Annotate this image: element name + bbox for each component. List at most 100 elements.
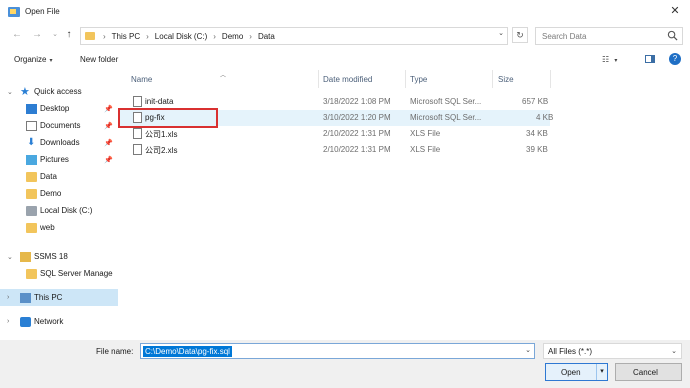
file-row[interactable]: 公司1.xls 2/10/2022 1:31 PM XLS File 34 KB — [120, 126, 550, 142]
chevron-right-icon: › — [7, 294, 10, 301]
command-bar: Organize ▾ New folder ☷ ▾ — [0, 51, 690, 69]
nav-item-web[interactable]: web — [0, 219, 118, 236]
pin-icon: 📌 — [104, 139, 113, 147]
forward-arrow-icon[interactable]: → — [30, 28, 44, 42]
file-size: 657 KB — [522, 97, 549, 106]
up-arrow-icon[interactable]: ↑ — [62, 28, 76, 42]
cancel-button[interactable]: Cancel — [615, 363, 682, 381]
file-size: 39 KB — [526, 145, 548, 154]
nav-item-network[interactable]: › Network — [0, 313, 118, 330]
sort-ascending-icon: ︿ — [220, 73, 227, 79]
folder-icon — [26, 171, 37, 182]
file-type: Microsoft SQL Ser... — [410, 113, 482, 122]
title-bar: Open File ✕ — [0, 0, 690, 24]
nav-item-label: This PC — [34, 293, 63, 302]
breadcrumb-data[interactable]: Data — [258, 32, 275, 41]
file-size: 4 KB — [536, 113, 554, 122]
organize-button[interactable]: Organize ▾ — [14, 55, 52, 64]
file-type-select[interactable]: All Files (*.*) ⌄ — [543, 343, 682, 359]
column-header-size[interactable]: Size — [498, 75, 514, 84]
folder-icon — [26, 222, 37, 233]
search-icon — [667, 30, 678, 41]
view-icon: ☷ — [602, 55, 610, 64]
navigation-pane: ⌄ ★ Quick access Desktop 📌 Documents 📌 ⬇… — [0, 70, 118, 340]
chevron-down-icon: ⌄ — [7, 253, 13, 261]
cancel-label: Cancel — [633, 368, 658, 377]
preview-pane-icon[interactable] — [645, 55, 655, 63]
desktop-icon — [26, 103, 37, 114]
pin-icon: 📌 — [104, 156, 113, 164]
xls-file-icon — [133, 128, 142, 139]
folder-icon — [26, 188, 37, 199]
column-header-type[interactable]: Type — [410, 75, 427, 84]
nav-item-sql-server-management[interactable]: SQL Server Manage — [0, 265, 118, 282]
chevron-down-icon: ⌄ — [7, 88, 13, 96]
open-label: Open — [561, 368, 581, 377]
column-divider[interactable] — [492, 70, 493, 88]
disk-icon — [26, 205, 37, 216]
nav-item-label: Quick access — [34, 87, 82, 96]
nav-item-documents[interactable]: Documents 📌 — [0, 117, 118, 134]
nav-item-label: Network — [34, 317, 64, 326]
callout-highlight-box — [118, 108, 218, 128]
change-view-button[interactable]: ☷ ▾ — [602, 55, 630, 67]
file-type: XLS File — [410, 145, 441, 154]
nav-item-label: Documents — [40, 121, 81, 130]
address-bar[interactable]: › This PC › Local Disk (C:) › Demo › Dat… — [80, 27, 508, 45]
chevron-right-icon: › — [249, 31, 252, 41]
file-name: init-data — [145, 97, 174, 106]
column-header-name[interactable]: Name — [131, 75, 152, 84]
back-arrow-icon[interactable]: ← — [10, 28, 24, 42]
breadcrumb-local-disk[interactable]: Local Disk (C:) — [155, 32, 207, 41]
nav-item-label: web — [40, 223, 55, 232]
file-row[interactable]: 公司2.xls 2/10/2022 1:31 PM XLS File 39 KB — [120, 142, 550, 158]
new-folder-button[interactable]: New folder — [80, 55, 118, 64]
downloads-icon: ⬇ — [27, 136, 36, 148]
nav-item-label: SSMS 18 — [34, 252, 68, 261]
open-options-chevron-icon[interactable]: ▾ — [596, 364, 607, 380]
nav-item-this-pc[interactable]: › This PC — [0, 289, 118, 306]
close-icon[interactable]: ✕ — [668, 4, 682, 18]
breadcrumb-this-pc[interactable]: This PC — [112, 32, 140, 41]
file-date: 2/10/2022 1:31 PM — [323, 145, 391, 154]
breadcrumb-demo[interactable]: Demo — [222, 32, 243, 41]
nav-item-downloads[interactable]: ⬇ Downloads 📌 — [0, 134, 118, 151]
nav-item-local-disk[interactable]: Local Disk (C:) — [0, 202, 118, 219]
file-date: 3/18/2022 1:08 PM — [323, 97, 391, 106]
nav-item-label: Desktop — [40, 104, 70, 113]
file-name-input[interactable]: C:\Demo\Data\pg-fix.sql ⌄ — [140, 343, 535, 359]
chevron-down-icon: ▾ — [614, 58, 618, 64]
address-dropdown-icon[interactable]: ⌄ — [495, 27, 507, 41]
nav-item-demo[interactable]: Demo — [0, 185, 118, 202]
sql-file-icon — [133, 96, 142, 107]
nav-item-label: Demo — [40, 189, 62, 198]
file-name-value: C:\Demo\Data\pg-fix.sql — [143, 346, 232, 357]
nav-item-desktop[interactable]: Desktop 📌 — [0, 100, 118, 117]
search-placeholder: Search Data — [542, 32, 587, 41]
file-name-label: File name: — [96, 347, 134, 356]
nav-item-ssms-18[interactable]: ⌄ SSMS 18 — [0, 248, 118, 265]
file-name: 公司1.xls — [145, 130, 178, 139]
file-type: Microsoft SQL Ser... — [410, 97, 482, 106]
documents-icon — [26, 120, 37, 131]
file-name: 公司2.xls — [145, 146, 178, 155]
nav-item-quick-access[interactable]: ⌄ ★ Quick access — [0, 83, 118, 100]
recent-locations-chevron-icon[interactable]: ⌄ — [48, 28, 62, 42]
file-type-value: All Files (*.*) — [548, 347, 593, 356]
chevron-right-icon: › — [213, 31, 216, 41]
column-header-date-modified[interactable]: Date modified — [323, 75, 372, 84]
column-divider[interactable] — [550, 70, 551, 88]
refresh-icon[interactable]: ↻ — [512, 27, 528, 43]
chevron-down-icon[interactable]: ⌄ — [525, 346, 531, 354]
nav-item-pictures[interactable]: Pictures 📌 — [0, 151, 118, 168]
nav-item-label: Data — [40, 172, 57, 181]
nav-item-label: Pictures — [40, 155, 69, 164]
column-divider[interactable] — [405, 70, 406, 88]
help-icon[interactable]: ? — [669, 53, 681, 65]
search-input[interactable]: Search Data — [535, 27, 683, 45]
open-button[interactable]: Open ▾ — [545, 363, 608, 381]
nav-item-data[interactable]: Data — [0, 168, 118, 185]
file-type: XLS File — [410, 129, 441, 138]
chevron-right-icon: › — [146, 31, 149, 41]
column-divider[interactable] — [318, 70, 319, 88]
